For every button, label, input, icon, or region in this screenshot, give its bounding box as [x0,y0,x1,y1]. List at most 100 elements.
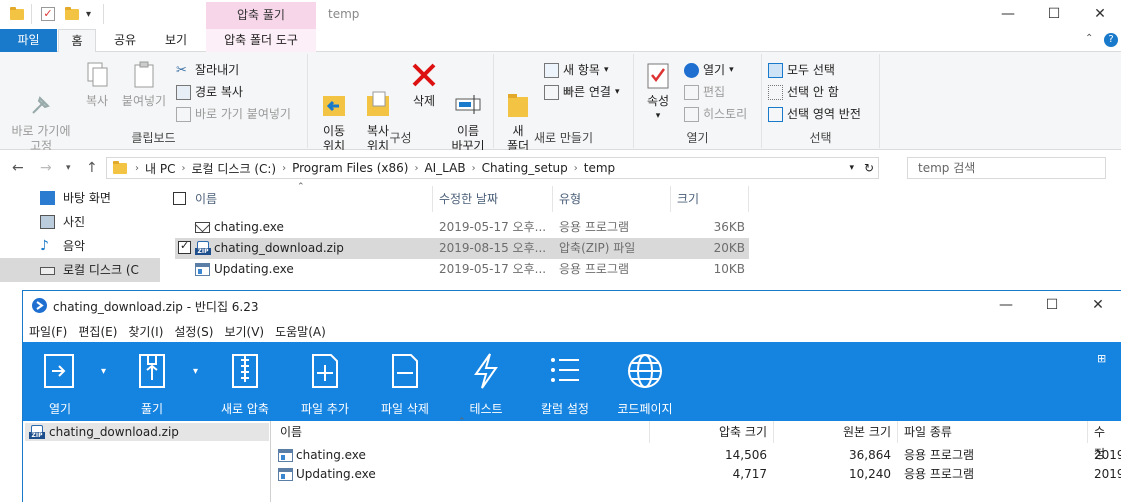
archive-row[interactable]: Updating.exe 4,717 10,240 응용 프로그램 2019 [272,465,1121,484]
history-button[interactable]: 히스토리 [684,104,747,124]
quick-access-folder-icon[interactable] [10,5,24,23]
nav-item-desktop[interactable]: 바탕 화면 [0,186,160,210]
menu-view[interactable]: 보기(V) [224,323,264,340]
add-file-button[interactable]: 파일 추가 [297,352,353,417]
column-type[interactable]: 유형 [553,186,671,212]
copy-path-icon [176,84,191,100]
bz-column-modified[interactable]: 수정 [1088,421,1121,461]
up-arrow-icon[interactable]: ↑ [86,160,98,176]
paste-shortcut-button[interactable]: 바로 가기 붙여넣기 [176,104,291,124]
recent-locations-icon[interactable]: ▾ [66,163,71,173]
properties-button[interactable]: 속성 ▾ [640,60,676,124]
cut-button[interactable]: ✂ 잘라내기 [176,60,239,80]
nav-item-local-disk[interactable]: 로컬 디스크 (C [0,258,160,282]
select-all-button[interactable]: 모두 선택 [768,60,835,80]
archive-file-type: 응용 프로그램 [904,467,975,481]
copy-path-button[interactable]: 경로 복사 [176,82,243,102]
menu-edit[interactable]: 편집(E) [78,323,117,340]
history-icon [684,106,699,122]
delete-file-icon [387,352,423,390]
file-row[interactable]: chating.exe 2019-05-17 오후... 응용 프로그램 36K… [175,217,749,238]
file-name: Updating.exe [214,262,294,276]
refresh-icon[interactable]: ↻ [864,161,874,175]
help-icon[interactable]: ? [1104,33,1118,47]
globe-icon [627,352,663,390]
bz-column-packed[interactable]: 압축 크기 [650,421,774,443]
select-group-label: 선택 [809,131,832,145]
open-archive-icon [42,352,78,390]
bandizip-logo-icon [32,298,47,313]
customize-quick-access-icon[interactable]: ▾ [86,5,91,23]
archive-file-list: 이름 ⌃ 압축 크기 원본 크기 파일 종류 수정 chating.exe 14… [272,417,1121,502]
edit-button[interactable]: 편집 [684,82,725,102]
bandizip-toolbar: 열기 ▾ 풀기 ▾ 새로 압축 파일 추가 파일 삭제 테스트 칼럼 설정 코드… [23,342,1121,421]
column-modified[interactable]: 수정한 날짜 [433,186,553,212]
tree-item-label: chating_download.zip [49,425,179,439]
menu-settings[interactable]: 설정(S) [174,323,213,340]
menu-find[interactable]: 찾기(I) [128,323,163,340]
open-button[interactable]: 열기 ▾ [684,60,734,80]
collapse-ribbon-icon[interactable]: ⌃ [1085,33,1093,44]
tab-share[interactable]: 공유 [103,29,147,52]
extract-button[interactable]: 풀기 [129,352,175,417]
tree-item-archive[interactable]: ZIP chating_download.zip [25,423,269,441]
paste-icon [129,60,159,90]
file-row-selected[interactable]: ✓ ZIP chating_download.zip 2019-08-15 오후… [175,238,749,259]
test-button[interactable]: 테스트 [463,352,509,417]
nav-item-pictures[interactable]: 사진 [0,210,160,234]
menu-help[interactable]: 도움말(A) [275,323,326,340]
tab-view[interactable]: 보기 [152,29,200,52]
archive-packed-size: 14,506 [725,448,767,462]
back-arrow-icon[interactable]: ← [12,160,24,176]
forward-arrow-icon[interactable]: → [40,160,52,176]
tab-compressed-folder-tools[interactable]: 압축 폴더 도구 [206,29,316,52]
open-dropdown-icon[interactable]: ▾ [101,366,106,377]
address-bar[interactable]: › 내 PC › 로컬 디스크 (C:) › Program Files (x86)… [106,157,879,179]
maximize-button[interactable]: ☐ [1031,0,1077,29]
archive-row[interactable]: chating.exe 14,506 36,864 응용 프로그램 2019 [272,446,1121,465]
column-size[interactable]: 크기 [671,186,749,212]
file-row[interactable]: Updating.exe 2019-05-17 오후... 응용 프로그램 10… [175,259,749,280]
file-date: 2019-08-15 오후... [439,241,547,255]
delete-file-button[interactable]: 파일 삭제 [377,352,433,417]
bandizip-maximize-button[interactable]: ☐ [1029,291,1075,320]
new-archive-button[interactable]: 새로 압축 [217,352,273,417]
explorer-window: ✓ ▾ 압축 풀기 temp — ☐ ✕ 파일 홈 공유 보기 압축 폴더 도구… [0,0,1121,290]
open-archive-button[interactable]: 열기 [37,352,83,417]
breadcrumb-this-pc[interactable]: 내 PC [145,160,175,177]
codepage-button[interactable]: 코드페이지 [613,352,677,417]
tab-file[interactable]: 파일 [0,29,57,52]
row-checkbox[interactable]: ✓ [178,239,191,254]
address-dropdown-icon[interactable]: ▾ [849,163,854,173]
layout-toggle-icon[interactable]: ⊞ [1097,352,1106,365]
column-settings-button[interactable]: 칼럼 설정 [537,352,593,417]
bandizip-close-button[interactable]: ✕ [1075,291,1121,320]
delete-button[interactable]: 삭제 [406,60,442,109]
breadcrumb-chating-setup[interactable]: Chating_setup [482,161,568,175]
select-none-button[interactable]: 선택 안 함 [768,82,839,102]
easy-access-button[interactable]: 빠른 연결 ▾ [544,82,620,102]
minimize-button[interactable]: — [985,0,1031,29]
paste-button[interactable]: 붙여넣기 [118,60,170,109]
copy-button[interactable]: 복사 [80,60,114,109]
bz-column-original[interactable]: 원본 크기 [774,421,898,443]
select-all-checkbox[interactable] [173,192,186,205]
close-button[interactable]: ✕ [1077,0,1121,29]
archive-file-name: chating.exe [296,448,366,462]
invert-selection-button[interactable]: 선택 영역 반전 [768,104,861,124]
new-item-button[interactable]: 새 항목 ▾ [544,60,608,80]
breadcrumb-temp[interactable]: temp [584,161,615,175]
new-folder-quick-icon[interactable] [65,5,79,23]
breadcrumb-local-disk[interactable]: 로컬 디스크 (C:) [191,160,276,177]
search-input[interactable]: temp 검색 [907,157,1106,179]
breadcrumb-ai-lab[interactable]: AI_LAB [424,161,465,175]
bandizip-minimize-button[interactable]: — [983,291,1029,320]
properties-quick-icon[interactable]: ✓ [41,5,55,23]
nav-item-music[interactable]: ♪ 음악 [0,234,160,258]
column-name[interactable]: 이름 [189,186,433,212]
extract-dropdown-icon[interactable]: ▾ [193,366,198,377]
menu-file[interactable]: 파일(F) [29,323,67,340]
breadcrumb-program-files[interactable]: Program Files (x86) [292,161,408,175]
tab-home[interactable]: 홈 [58,29,96,53]
bz-column-type[interactable]: 파일 종류 [898,421,1088,443]
